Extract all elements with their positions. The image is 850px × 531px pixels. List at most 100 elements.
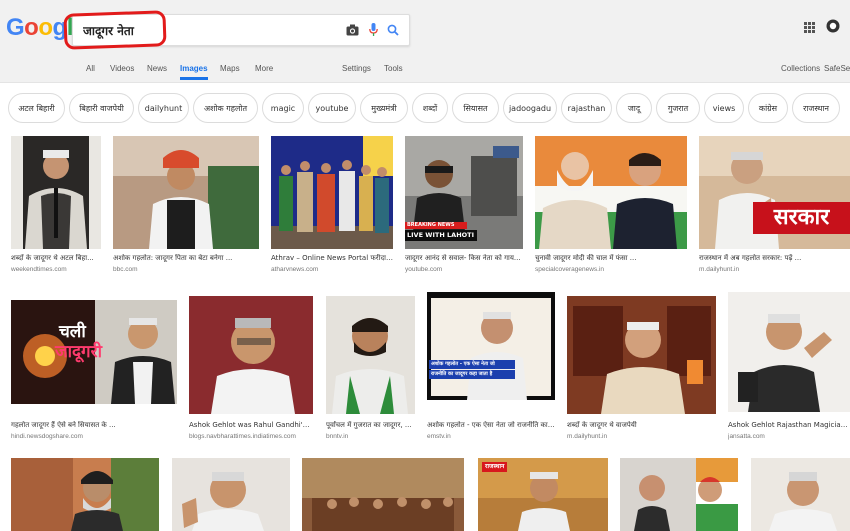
result-title: शब्दों के जादूगर थे अटल बिहा...: [11, 254, 94, 262]
result-thumbnail[interactable]: चली जादूगरी: [11, 300, 177, 404]
chip[interactable]: कांग्रेस: [748, 93, 788, 123]
image-result[interactable]: राजस्थान: [478, 458, 608, 531]
image-result[interactable]: चुनावी जादूगर मोदी की चाल में फंसा ... s…: [535, 136, 687, 276]
search-icon[interactable]: [384, 21, 402, 39]
result-title: Ashok Gehlot was Rahul Gandhi's mag...: [189, 421, 313, 429]
result-source: bbc.com: [113, 266, 138, 273]
chip[interactable]: अटल बिहारी: [8, 93, 65, 123]
image-result[interactable]: अशोक गहलोत: जादूगर पिता का बेटा बनेगा ..…: [113, 136, 259, 276]
chip[interactable]: jadoogadu: [503, 93, 557, 123]
chip[interactable]: अशोक गहलोत: [193, 93, 258, 123]
result-thumbnail[interactable]: [113, 136, 259, 249]
result-source: specialcoveragenews.in: [535, 266, 605, 273]
result-source: atharvnews.com: [271, 266, 319, 273]
tab-news[interactable]: News: [147, 64, 167, 73]
chip[interactable]: शब्दों: [412, 93, 448, 123]
result-title: अशोक गहलोत: जादूगर पिता का बेटा बनेगा ..…: [113, 254, 233, 262]
result-thumbnail[interactable]: [535, 136, 687, 249]
image-result[interactable]: सरकार राजस्थान में अब गहलोत सरकार: पढ़ें…: [699, 136, 850, 276]
image-result[interactable]: चली जादूगरी गहलोत जादूगर हैं ऐसे बने सिय…: [11, 300, 177, 440]
safesearch-link[interactable]: SafeSea: [824, 64, 850, 73]
image-result[interactable]: [11, 458, 159, 531]
account-avatar-icon[interactable]: [826, 19, 840, 38]
result-thumbnail[interactable]: राजस्थान: [478, 458, 608, 531]
result-thumbnail[interactable]: BREAKING NEWS LIVE WITH LAHOTI: [405, 136, 523, 249]
image-result[interactable]: Athrav – Online News Portal फरीदाबा... a…: [271, 136, 393, 276]
tools-link[interactable]: Tools: [384, 64, 403, 73]
result-thumbnail[interactable]: [567, 296, 716, 414]
image-result[interactable]: शब्दों के जादूगर थे वाजपेयी m.dailyhunt.…: [567, 296, 716, 440]
result-thumbnail[interactable]: [302, 458, 464, 531]
chip[interactable]: magic: [262, 93, 304, 123]
result-thumbnail[interactable]: [271, 136, 393, 249]
tab-maps[interactable]: Maps: [220, 64, 240, 73]
image-result[interactable]: शब्दों के जादूगर थे अटल बिहा... weekendt…: [11, 136, 101, 276]
result-source: bnntv.in: [326, 433, 349, 440]
tab-videos[interactable]: Videos: [110, 64, 134, 73]
logo-letter: o: [38, 14, 53, 41]
image-result[interactable]: पूर्वांचल में गुजरात का जादूगर, ... bnnt…: [326, 296, 415, 440]
sarkar-overlay: सरकार: [753, 202, 850, 234]
result-source: hindi.newsdogshare.com: [11, 433, 83, 440]
result-source: m.dailyhunt.in: [567, 433, 608, 440]
chip[interactable]: सियासत: [452, 93, 499, 123]
top-bar: Google All Videos News Images Maps More …: [0, 0, 850, 83]
result-source: blogs.navbharattimes.indiatimes.com: [189, 433, 296, 440]
image-result[interactable]: अशोक गहलोत - एक ऐसा नेता जो राजनीति का ज…: [427, 292, 555, 440]
result-source: jansatta.com: [728, 433, 765, 440]
result-title: चुनावी जादूगर मोदी की चाल में फंसा ...: [535, 254, 637, 262]
image-result[interactable]: [751, 458, 850, 531]
chip[interactable]: राजस्थान: [792, 93, 840, 123]
chali-overlay: चली: [59, 322, 86, 342]
camera-icon[interactable]: [343, 21, 361, 39]
image-result[interactable]: BREAKING NEWS LIVE WITH LAHOTI जादूगर आन…: [405, 136, 523, 276]
chip[interactable]: बिहारी वाजपेयी: [69, 93, 134, 123]
result-title: शब्दों के जादूगर थे वाजपेयी: [567, 421, 637, 429]
tab-all[interactable]: All: [86, 64, 95, 73]
chip[interactable]: rajasthan: [561, 93, 612, 123]
chip[interactable]: गुजरात: [656, 93, 700, 123]
chip[interactable]: youtube: [308, 93, 356, 123]
result-source: weekendtimes.com: [11, 266, 67, 273]
result-thumbnail[interactable]: [751, 458, 850, 531]
result-thumbnail[interactable]: [620, 458, 738, 531]
result-source: m.dailyhunt.in: [699, 266, 740, 273]
result-thumbnail[interactable]: [189, 296, 313, 414]
result-thumbnail[interactable]: [728, 292, 850, 412]
apps-grid-icon[interactable]: [804, 20, 815, 38]
image-result[interactable]: [620, 458, 738, 531]
result-thumbnail[interactable]: [326, 296, 415, 414]
result-thumbnail[interactable]: [11, 136, 101, 249]
rajasthan-badge: राजस्थान: [482, 462, 508, 472]
logo-letter: G: [6, 14, 25, 41]
image-result[interactable]: Ashok Gehlot was Rahul Gandhi's mag... b…: [189, 296, 313, 440]
chip[interactable]: dailyhunt: [138, 93, 189, 123]
result-title: गहलोत जादूगर हैं ऐसे बने सियासत के ...: [11, 421, 116, 429]
result-title: राजस्थान में अब गहलोत सरकार: पढ़ें ...: [699, 254, 802, 262]
image-result[interactable]: [172, 458, 290, 531]
result-title: Athrav – Online News Portal फरीदाबा...: [271, 254, 393, 262]
result-thumbnail[interactable]: अशोक गहलोत - एक ऐसा नेता जो राजनीति का ज…: [427, 292, 555, 400]
result-title: अशोक गहलोत - एक ऐसा नेता जो राजनीति का .…: [427, 421, 555, 429]
result-thumbnail[interactable]: [11, 458, 159, 531]
headline-strip-2: राजनीति का जादूगर कहा जाता है: [429, 370, 515, 379]
chip[interactable]: views: [704, 93, 744, 123]
search-tabs: All Videos News Images Maps More Setting…: [0, 60, 850, 82]
search-input[interactable]: [83, 21, 333, 39]
chip[interactable]: मुख्यमंत्री: [360, 93, 408, 123]
settings-link[interactable]: Settings: [342, 64, 371, 73]
collections-link[interactable]: Collections: [781, 64, 820, 73]
image-result[interactable]: Ashok Gehlot Rajasthan Magician Politics…: [728, 292, 850, 440]
chip[interactable]: जादू: [616, 93, 652, 123]
microphone-icon[interactable]: [364, 21, 382, 39]
active-tab-indicator: [180, 77, 208, 80]
image-result[interactable]: [302, 458, 464, 531]
result-thumbnail[interactable]: [172, 458, 290, 531]
tab-more[interactable]: More: [255, 64, 273, 73]
related-search-chips: अटल बिहारी बिहारी वाजपेयी dailyhunt अशोक…: [0, 93, 850, 125]
tab-images[interactable]: Images: [180, 64, 208, 73]
search-box: [72, 14, 410, 46]
result-title: पूर्वांचल में गुजरात का जादूगर, ...: [326, 421, 412, 429]
result-thumbnail[interactable]: सरकार: [699, 136, 850, 249]
logo-letter: o: [24, 14, 39, 41]
